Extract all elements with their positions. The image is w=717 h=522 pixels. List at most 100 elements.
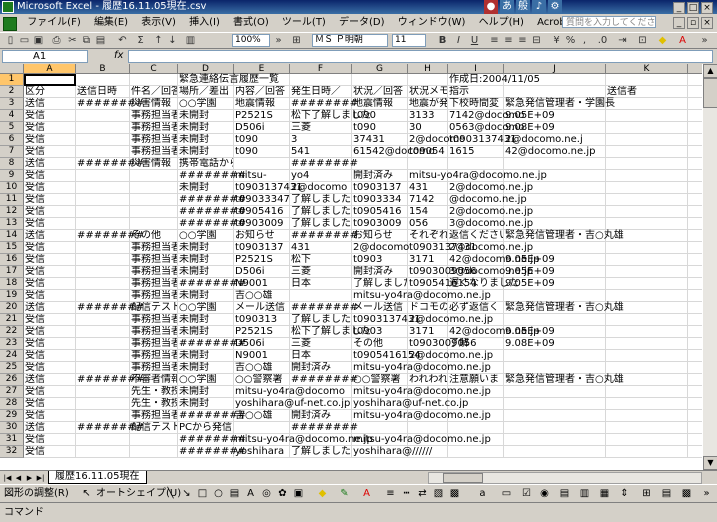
row-header-10[interactable]: 10 <box>0 182 24 194</box>
cell-i11[interactable]: @docomo.ne.jp <box>448 194 527 206</box>
cell-j25[interactable] <box>504 362 606 374</box>
cell-f24[interactable]: 日本 <box>290 350 352 362</box>
cell-d26[interactable]: ○○学園 <box>178 374 234 386</box>
cell-c7[interactable]: 事務担当者 <box>130 146 178 158</box>
last-sheet-arrow[interactable]: ▶| <box>35 473 46 483</box>
cell-g21[interactable]: t0903137431 <box>352 314 421 326</box>
cell-c1[interactable] <box>130 74 178 86</box>
cell-h20[interactable]: ドコモの新 <box>408 302 448 314</box>
cell-k10[interactable] <box>606 182 688 194</box>
cell-e26[interactable]: ○○警察署 <box>234 374 290 386</box>
row-header-24[interactable]: 24 <box>0 350 24 362</box>
first-sheet-arrow[interactable]: |◀ <box>2 473 13 483</box>
cell-e32[interactable]: yoshihara <box>234 446 290 458</box>
doc-restore-button[interactable]: ▫ <box>687 17 699 29</box>
clipart-icon[interactable]: ✿ <box>276 487 289 500</box>
cell-e11[interactable]: t09033347 <box>234 194 290 206</box>
cell-c32[interactable] <box>130 446 178 458</box>
cell-f26[interactable]: ######## <box>290 374 358 386</box>
cell-e30[interactable] <box>234 422 290 434</box>
align-center-icon[interactable]: ≡ <box>502 34 515 47</box>
cell-d32[interactable]: ######## <box>178 446 246 458</box>
cell-g16[interactable]: t0903 <box>352 254 408 266</box>
cell-f15[interactable]: 431 <box>290 242 352 254</box>
column-header-e[interactable]: E <box>234 64 290 74</box>
cell-e13[interactable]: t0903009 <box>234 218 290 230</box>
cell-h2[interactable]: 状況メモ／ <box>408 86 448 98</box>
row-header-13[interactable]: 13 <box>0 218 24 230</box>
cell-b1[interactable] <box>76 74 130 86</box>
cell-d4[interactable]: 未開封 <box>178 110 234 122</box>
cell-a19[interactable]: 受信 <box>24 290 76 302</box>
cell-e21[interactable]: t090313 <box>234 314 290 326</box>
menu-view[interactable]: 表示(V) <box>136 14 181 32</box>
row-header-32[interactable]: 32 <box>0 446 24 458</box>
cell-c10[interactable] <box>130 182 178 194</box>
cell-f4[interactable]: 松下了解しました <box>290 110 371 122</box>
cell-b23[interactable] <box>76 338 130 350</box>
tray-icon-3[interactable]: 般 <box>516 0 530 14</box>
cell-a15[interactable]: 受信 <box>24 242 76 254</box>
cell-h4[interactable]: 3133 <box>408 110 448 122</box>
cell-c5[interactable]: 事務担当者 <box>130 122 178 134</box>
cell-k8[interactable] <box>606 158 688 170</box>
cell-k31[interactable] <box>606 434 688 446</box>
cell-g3[interactable]: 地震情報 <box>352 98 408 110</box>
cell-a13[interactable]: 受信 <box>24 218 76 230</box>
cell-f17[interactable]: 三菱 <box>290 266 352 278</box>
cell-k22[interactable] <box>606 326 688 338</box>
cell-k21[interactable] <box>606 314 688 326</box>
cell-g5[interactable]: t090 <box>352 122 408 134</box>
cell-c23[interactable]: 事務担当者 <box>130 338 178 350</box>
arrow-icon[interactable]: ↘ <box>180 487 193 500</box>
sheet-tab-active[interactable]: 履歴16.11.05現在 <box>48 471 147 484</box>
tray-icon-4[interactable]: ♪ <box>532 0 546 14</box>
cut-icon[interactable]: ✂ <box>66 34 79 47</box>
cell-i16[interactable]: 42@docomo.ne.jp <box>448 254 539 266</box>
cell-i26[interactable]: 注意願いま <box>448 374 504 386</box>
toolbar-more-icon[interactable]: » <box>700 487 713 500</box>
cell-f25[interactable]: 開封済み <box>290 362 352 374</box>
cell-j5[interactable]: 9.08E+09 <box>504 122 606 134</box>
cell-g27[interactable]: mitsu-yo4ra@docomo.ne.jp <box>352 386 491 398</box>
row-header-6[interactable]: 6 <box>0 134 24 146</box>
zoom-select[interactable]: 100% <box>232 34 270 47</box>
menu-window[interactable]: ウィンドウ(W) <box>393 14 471 32</box>
cell-j18[interactable]: 9.05E+09 <box>504 278 606 290</box>
row-header-31[interactable]: 31 <box>0 434 24 446</box>
cell-d12[interactable]: ######## <box>178 206 246 218</box>
more-buttons-icon[interactable]: » <box>272 34 285 47</box>
cell-f10[interactable]: 2@docomo <box>290 182 352 194</box>
sort-descending-icon[interactable]: ↓ <box>166 34 179 47</box>
cell-j2[interactable] <box>504 86 606 98</box>
cell-a18[interactable]: 受信 <box>24 278 76 290</box>
cell-k13[interactable] <box>606 218 688 230</box>
cell-g26[interactable]: ○○警察署 <box>352 374 408 386</box>
cell-j27[interactable] <box>504 386 606 398</box>
cell-a25[interactable]: 受信 <box>24 362 76 374</box>
cell-a26[interactable]: 送信 <box>24 374 76 386</box>
cell-f16[interactable]: 松下 <box>290 254 352 266</box>
cell-e10[interactable]: t0903137431 <box>234 182 303 194</box>
cell-k1[interactable] <box>606 74 688 86</box>
cell-i4[interactable]: 7142@docomo <box>448 110 524 122</box>
cell-a32[interactable]: 受信 <box>24 446 76 458</box>
cell-g31[interactable]: mitsu-yo4ra@docomo.ne.jp <box>352 434 491 446</box>
border-icon[interactable]: ⊞ <box>290 34 303 47</box>
row-header-1[interactable]: 1 <box>0 74 24 86</box>
cell-k11[interactable] <box>606 194 688 206</box>
menu-format[interactable]: 書式(O) <box>228 14 274 32</box>
cell-d14[interactable]: ○○学園 <box>178 230 234 242</box>
cell-a7[interactable]: 受信 <box>24 146 76 158</box>
cell-d28[interactable]: 未開封 <box>178 398 234 410</box>
fill-color-draw-icon[interactable]: ◆ <box>316 487 329 500</box>
cell-h10[interactable]: 431 <box>408 182 448 194</box>
cell-h22[interactable]: 3171 <box>408 326 448 338</box>
cell-j14[interactable]: 緊急発信管理者・吉○丸雄 <box>504 230 624 242</box>
cell-a12[interactable]: 受信 <box>24 206 76 218</box>
cell-e27[interactable]: mitsu-yo4ra@docomo <box>234 386 345 398</box>
cell-b10[interactable] <box>76 182 130 194</box>
cell-g15[interactable]: 2@docomo <box>352 242 409 254</box>
document-icon[interactable] <box>3 17 17 31</box>
cell-k28[interactable] <box>606 398 688 410</box>
